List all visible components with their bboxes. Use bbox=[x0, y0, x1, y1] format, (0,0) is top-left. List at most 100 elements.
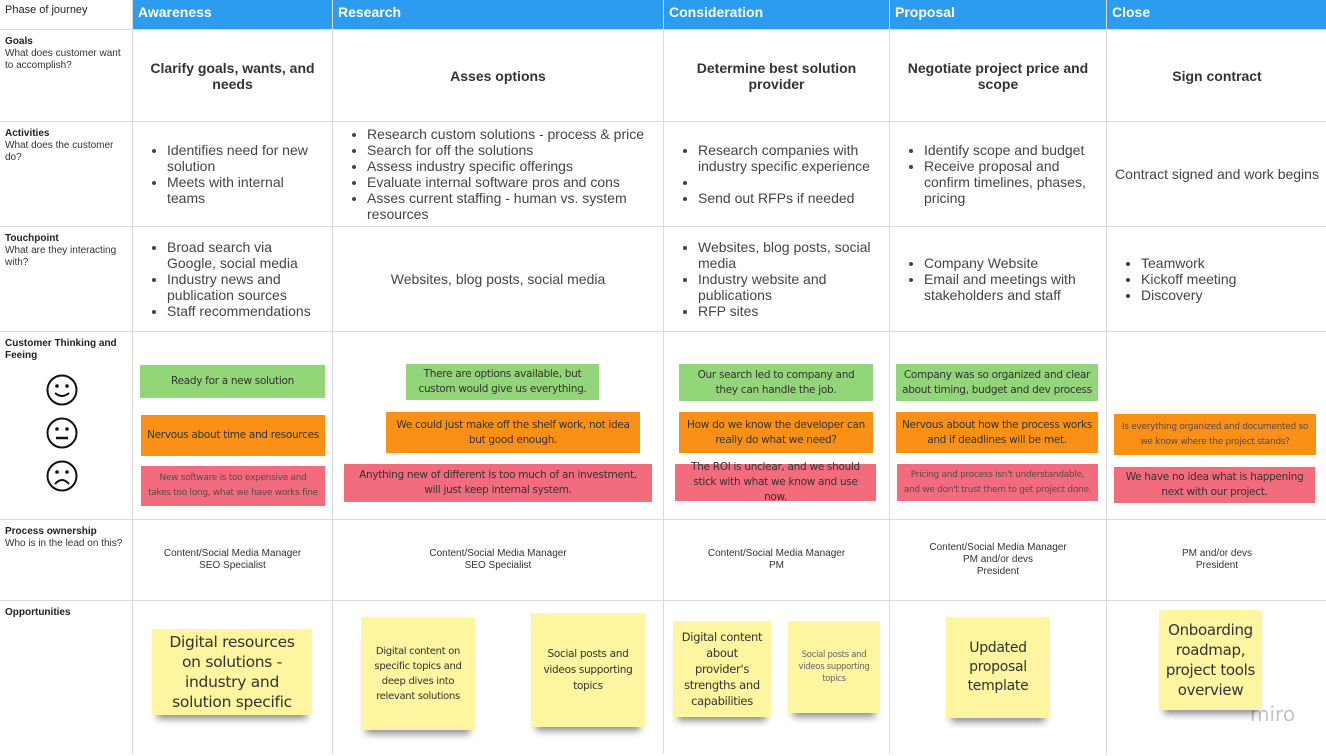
phase-header-proposal: Proposal bbox=[890, 0, 1106, 29]
activities-list: Identify scope and budgetReceive proposa… bbox=[908, 142, 1098, 206]
activities-cell: Research companies with industry specifi… bbox=[664, 122, 889, 226]
activities-list-item: Asses current staffing - human vs. syste… bbox=[367, 190, 655, 222]
row-label-0: Phase of journey bbox=[0, 0, 132, 29]
row-label-2: Activities What does the customer do? bbox=[0, 122, 132, 226]
touchpoints-list-item: Websites, blog posts, social media bbox=[698, 239, 881, 271]
row-label-title: Touchpoint bbox=[5, 233, 59, 244]
activities-list-item: Research companies with industry specifi… bbox=[698, 142, 881, 174]
ownership-cell: Content/Social Media Manager PM and/or de… bbox=[890, 520, 1106, 600]
ownership-line: PM bbox=[769, 560, 784, 571]
activities-list-item bbox=[698, 174, 881, 190]
touchpoints-text: Websites, blog posts, social media bbox=[390, 271, 606, 287]
ownership-line: President bbox=[1195, 560, 1239, 571]
ownership-lines: Content/Social Media Manager PM and/or de… bbox=[929, 542, 1066, 578]
activities-text: Contract signed and work begins bbox=[1115, 166, 1319, 182]
row-label-title: Activities bbox=[5, 128, 50, 139]
feeling-note-negative: The ROI is unclear, and we should stick … bbox=[675, 461, 876, 503]
opportunity-sticky-note[interactable]: Digital content on specific topics and d… bbox=[361, 617, 475, 730]
activities-list: Research companies with industry specifi… bbox=[682, 142, 881, 206]
activities-list-item: Search for off the solutions bbox=[367, 142, 655, 158]
row-label-title: Customer Thinking and Feeing bbox=[5, 338, 117, 361]
touchpoints-list-item: Industry news and publication sources bbox=[167, 271, 324, 303]
feeling-note-negative: We have no idea what is happening next w… bbox=[1114, 467, 1315, 503]
feeling-note-positive: Our search led to company and they can h… bbox=[679, 364, 873, 401]
touchpoints-cell: Websites, blog posts, social mediaIndust… bbox=[664, 227, 889, 331]
goal-cell: Asses options bbox=[333, 30, 663, 121]
row-label-title: Goals bbox=[5, 36, 33, 47]
row-label-5: Process ownership Who is in the lead on t… bbox=[0, 520, 132, 600]
opportunity-sticky-note[interactable]: Updated proposal template bbox=[946, 617, 1050, 718]
ownership-line: President bbox=[976, 566, 1020, 577]
sad-face-icon bbox=[46, 460, 78, 492]
ownership-line: PM and/or devs bbox=[1181, 548, 1253, 559]
feeling-note-neutral: How do we know the developer can really … bbox=[679, 412, 873, 453]
ownership-line: Content/Social Media Manager bbox=[163, 548, 302, 559]
touchpoints-list-item: Staff recommendations bbox=[167, 303, 324, 319]
row-label-subtitle: What does customer want to accomplish? bbox=[5, 48, 121, 71]
opportunity-sticky-note[interactable]: Digital content about provider's strengt… bbox=[673, 621, 771, 717]
feeling-note-positive: There are options available, but custom … bbox=[406, 364, 599, 400]
row-label-3: Touchpoint What are they interacting with… bbox=[0, 227, 132, 331]
phase-header-close: Close bbox=[1107, 0, 1326, 29]
ownership-lines: Content/Social Media Manager PM bbox=[708, 548, 845, 572]
opportunity-sticky-note[interactable]: Onboarding roadmap, project tools overvi… bbox=[1159, 610, 1262, 710]
feeling-note-neutral: Nervous about time and resources bbox=[141, 415, 325, 456]
touchpoints-cell: TeamworkKickoff meetingDiscovery bbox=[1107, 227, 1326, 331]
touchpoints-cell: Websites, blog posts, social media bbox=[333, 227, 663, 331]
activities-list-item: Identifies need for new solution bbox=[167, 142, 324, 174]
ownership-cell: PM and/or devs President bbox=[1107, 520, 1326, 600]
touchpoints-list-item: Kickoff meeting bbox=[1141, 271, 1236, 287]
row-label-title: Process ownership bbox=[5, 526, 97, 537]
ownership-cell: Content/Social Media Manager SEO Speciali… bbox=[133, 520, 332, 600]
opportunity-sticky-note[interactable]: Social posts and videos supporting topic… bbox=[788, 621, 880, 713]
ownership-cell: Content/Social Media Manager SEO Speciali… bbox=[333, 520, 663, 600]
ownership-lines: Content/Social Media Manager SEO Speciali… bbox=[429, 548, 566, 572]
feeling-note-positive: Company was so organized and clear about… bbox=[896, 364, 1098, 401]
feeling-note-neutral: Nervous about how the process works and … bbox=[896, 412, 1098, 453]
touchpoints-list-item: Teamwork bbox=[1141, 255, 1236, 271]
row-label-title: Opportunities bbox=[5, 607, 71, 618]
neutral-face-icon bbox=[46, 417, 78, 449]
ownership-lines: Content/Social Media Manager SEO Speciali… bbox=[164, 548, 301, 572]
ownership-line: Content/Social Media Manager bbox=[429, 548, 567, 559]
feeling-note-negative: Anything new of different is too much of… bbox=[344, 464, 652, 502]
goal-text: Clarify goals, wants, and needs bbox=[150, 59, 315, 92]
ownership-line: SEO Specialist bbox=[464, 560, 532, 571]
goal-text: Determine best solution provider bbox=[696, 59, 857, 92]
goal-text: Asses options bbox=[450, 67, 546, 84]
row-label-title: Phase of journey bbox=[5, 4, 88, 16]
activities-list-item: Research custom solutions - process & pr… bbox=[367, 126, 655, 142]
feeling-note-neutral: Is everything organized and documented s… bbox=[1114, 414, 1316, 455]
ownership-lines: PM and/or devs President bbox=[1182, 548, 1252, 572]
row-label-subtitle: What does the customer do? bbox=[5, 140, 114, 163]
activities-list-item: Evaluate internal software pros and cons bbox=[367, 174, 655, 190]
goal-cell: Negotiate project price and scope bbox=[890, 30, 1106, 121]
happy-face-icon bbox=[46, 374, 78, 406]
row-label-6: Opportunities bbox=[0, 601, 132, 756]
goal-text: Negotiate project price and scope bbox=[907, 59, 1089, 92]
touchpoints-cell: Company WebsiteEmail and meetings with s… bbox=[890, 227, 1106, 331]
goal-cell: Determine best solution provider bbox=[664, 30, 889, 121]
activities-cell: Contract signed and work begins bbox=[1107, 122, 1326, 226]
row-label-subtitle: What are they interacting with? bbox=[5, 245, 117, 268]
goal-cell: Clarify goals, wants, and needs bbox=[133, 30, 332, 121]
activities-list: Identifies need for new solutionMeets wi… bbox=[151, 142, 324, 206]
row-label-1: Goals What does customer want to accompli… bbox=[0, 30, 132, 121]
touchpoints-cell: Broad search via Google, social mediaInd… bbox=[133, 227, 332, 331]
activities-cell: Research custom solutions - process & pr… bbox=[333, 122, 663, 226]
activities-list: Research custom solutions - process & pr… bbox=[351, 126, 655, 222]
feeling-note-positive: Ready for a new solution bbox=[140, 365, 325, 398]
touchpoints-list-item: Email and meetings with stakeholders and… bbox=[924, 271, 1098, 303]
phase-header-awareness: Awareness bbox=[133, 0, 332, 29]
phase-header-research: Research bbox=[333, 0, 663, 29]
opportunity-sticky-note[interactable]: Digital resources on solutions - industr… bbox=[152, 629, 312, 715]
touchpoints-list-item: Industry website and publications bbox=[698, 271, 881, 303]
ownership-line: PM and/or devs bbox=[962, 554, 1034, 565]
phase-header-consideration: Consideration bbox=[664, 0, 889, 29]
ownership-line: Content/Social Media Manager bbox=[929, 542, 1067, 553]
touchpoints-list-item: Company Website bbox=[924, 255, 1098, 271]
activities-list-item: Assess industry specific offerings bbox=[367, 158, 655, 174]
opportunity-sticky-note[interactable]: Social posts and videos supporting topic… bbox=[531, 613, 645, 727]
goal-text: Sign contract bbox=[1172, 67, 1262, 84]
touchpoints-list: Company WebsiteEmail and meetings with s… bbox=[908, 255, 1098, 303]
